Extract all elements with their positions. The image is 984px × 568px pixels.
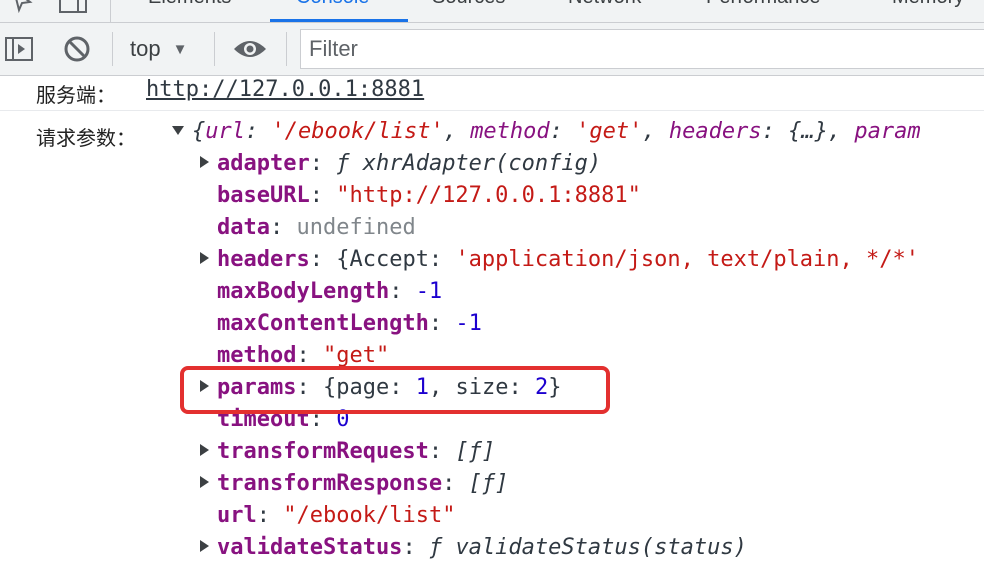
property-validatestatus[interactable]: validateStatus: ƒ validateStatus(status) — [200, 532, 747, 564]
expand-triangle-icon[interactable] — [200, 540, 209, 552]
console-toolbar: top ▼ — [0, 23, 984, 76]
tab-performance[interactable]: Performance — [706, 0, 821, 9]
server-url-link[interactable]: http://127.0.0.1:8881 — [146, 77, 424, 102]
toolbar-separator — [286, 32, 287, 66]
property-headers[interactable]: headers: {Accept: 'application/json, tex… — [200, 244, 919, 276]
property-baseurl: baseURL: "http://127.0.0.1:8881" — [217, 183, 641, 208]
filter-input[interactable] — [300, 29, 984, 69]
expand-triangle-icon[interactable] — [172, 125, 184, 135]
expand-triangle-icon[interactable] — [200, 476, 209, 488]
devtools-tab-bar: Elements Console Sources Network Perform… — [0, 0, 984, 23]
console-output: 服务端： http://127.0.0.1:8881 请求参数： {url: '… — [0, 76, 984, 568]
eye-icon[interactable] — [232, 35, 268, 63]
tab-network[interactable]: Network — [568, 0, 641, 9]
tab-memory[interactable]: Memory — [892, 0, 964, 9]
expand-triangle-icon[interactable] — [200, 444, 209, 456]
message-divider — [0, 110, 984, 111]
params-highlight-box — [180, 366, 610, 414]
log-label: 服务端： — [36, 83, 116, 107]
tab-console[interactable]: Console — [296, 0, 369, 9]
inspect-icon[interactable] — [10, 0, 34, 20]
tab-sources[interactable]: Sources — [432, 0, 505, 9]
device-toggle-icon[interactable] — [58, 0, 88, 20]
property-maxbodylength: maxBodyLength: -1 — [217, 279, 443, 304]
tab-separator — [110, 0, 111, 22]
object-summary[interactable]: {url: '/ebook/list', method: 'get', head… — [172, 116, 921, 148]
property-data: data: undefined — [217, 215, 416, 240]
console-message: 请求参数： {url: '/ebook/list', method: 'get'… — [0, 116, 984, 568]
sidebar-toggle-icon[interactable] — [4, 35, 34, 63]
property-transformresponse[interactable]: transformResponse: [ƒ] — [200, 468, 508, 500]
toolbar-separator — [112, 32, 113, 66]
property-maxcontentlength: maxContentLength: -1 — [217, 311, 482, 336]
expand-triangle-icon[interactable] — [200, 156, 209, 168]
property-transformrequest[interactable]: transformRequest: [ƒ] — [200, 436, 495, 468]
log-label: 请求参数： — [36, 126, 136, 150]
expand-triangle-icon[interactable] — [200, 252, 209, 264]
toolbar-separator — [214, 32, 215, 66]
active-tab-indicator — [270, 19, 408, 22]
context-selector[interactable]: top ▼ — [130, 35, 187, 63]
context-label: top — [130, 36, 161, 61]
clear-console-icon[interactable] — [62, 35, 92, 63]
tab-elements[interactable]: Elements — [148, 0, 231, 9]
chevron-down-icon: ▼ — [172, 40, 188, 58]
console-message: 服务端： http://127.0.0.1:8881 — [0, 76, 984, 111]
property-adapter[interactable]: adapter: ƒ xhrAdapter(config) — [200, 148, 601, 180]
property-url: url: "/ebook/list" — [217, 503, 456, 528]
